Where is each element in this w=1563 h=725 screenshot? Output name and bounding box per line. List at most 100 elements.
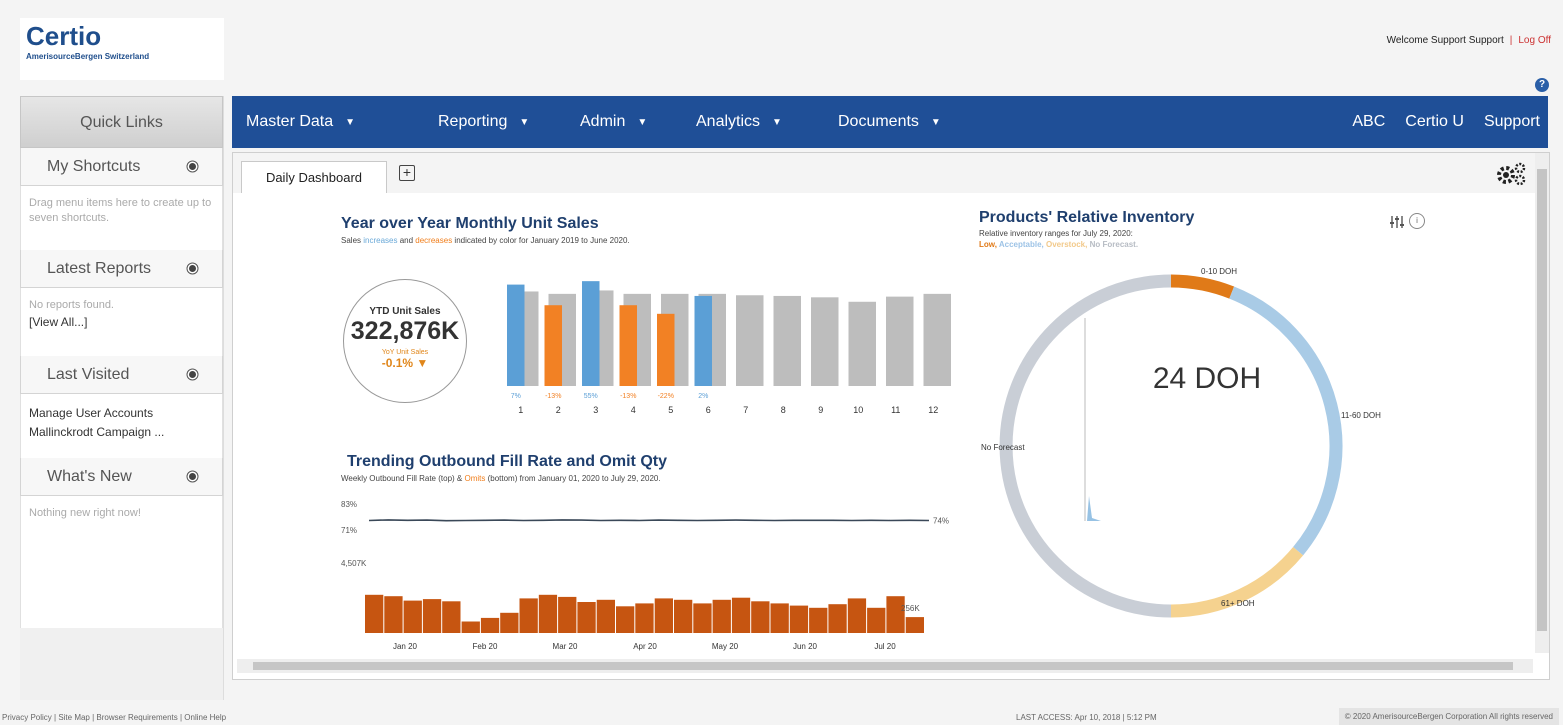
legend-low: Low,	[979, 240, 997, 249]
bar-change-label: -13%	[545, 393, 561, 400]
ytd-kpi-circle: YTD Unit Sales 322,876K YoY Unit Sales -…	[343, 279, 467, 403]
distribution-spike	[1087, 496, 1101, 521]
whats-new-title: What's New	[47, 467, 132, 485]
bar-current-year	[544, 305, 562, 386]
nav-documents[interactable]: Documents ▼	[838, 113, 941, 131]
help-icon[interactable]: ?	[1535, 78, 1549, 92]
month-tick-label: 1	[518, 405, 523, 415]
bar-change-label: 2%	[698, 393, 708, 400]
nav-label: Reporting	[438, 113, 508, 130]
my-shortcuts-header[interactable]: My Shortcuts	[20, 148, 223, 186]
bar-prior-year	[736, 295, 764, 386]
donut-slice	[1170, 274, 1235, 299]
bar-current-year	[582, 281, 600, 386]
omit-bar	[770, 603, 789, 633]
month-tick-label: 2	[556, 405, 561, 415]
omit-bar	[365, 594, 384, 633]
month-tick-label: May 20	[712, 642, 739, 651]
omit-bar	[577, 602, 596, 633]
collapse-icon[interactable]	[189, 265, 196, 272]
omit-bar	[403, 600, 422, 633]
donut-slice	[999, 274, 1172, 618]
nav-analytics[interactable]: Analytics ▼	[696, 113, 782, 131]
last-visited-header[interactable]: Last Visited	[20, 356, 223, 394]
legend-acceptable: Acceptable,	[998, 240, 1044, 249]
brand-title: Certio	[26, 21, 102, 51]
chevron-down-icon: ▼	[772, 116, 782, 128]
bar-change-label: -13%	[620, 393, 636, 400]
last-access: LAST ACCESS: Apr 10, 2018 | 5:12 PM	[1016, 713, 1157, 722]
omit-bar	[480, 617, 500, 633]
bar-prior-year	[848, 301, 876, 386]
my-shortcuts-body: Drag menu items here to create up to sev…	[20, 186, 223, 250]
sub-text: (bottom) from January 01, 2020 to July 2…	[485, 474, 661, 483]
my-shortcuts-title: My Shortcuts	[47, 157, 141, 175]
nav-support[interactable]: Support	[1484, 113, 1540, 131]
omit-bar-chart: 4,507K 256K Jan 20 Feb 20 Mar 20 Apr 20 May 20…	[341, 559, 924, 651]
bar-current-year	[507, 284, 525, 386]
fill-tick-top: 83%	[341, 500, 357, 509]
add-tab-icon[interactable]: +	[399, 165, 415, 181]
omit-bar	[905, 617, 924, 633]
yoy-label: YoY Unit Sales	[381, 349, 429, 356]
last-visited-item[interactable]: Manage User Accounts	[29, 404, 214, 423]
nav-reporting[interactable]: Reporting ▼	[438, 113, 529, 131]
bar-change-label: 7%	[511, 393, 521, 400]
month-tick-label: 7	[743, 405, 748, 415]
month-tick-label: 4	[631, 405, 636, 415]
sidebar: Quick Links My Shortcuts Drag menu items…	[20, 96, 224, 700]
nav-certio-u[interactable]: Certio U	[1405, 113, 1464, 131]
omit-end-label: 256K	[901, 604, 920, 613]
omit-bar	[712, 599, 731, 633]
whats-new-header[interactable]: What's New	[20, 458, 223, 496]
nav-admin[interactable]: Admin ▼	[580, 113, 647, 131]
view-all-link[interactable]: [View All...]	[29, 313, 214, 332]
fill-chart-title: Trending Outbound Fill Rate and Omit Qty	[347, 453, 667, 470]
certio-logo[interactable]: Certio AmerisourceBergen Switzerland	[20, 18, 224, 80]
filter-sliders-icon[interactable]	[1389, 215, 1405, 229]
logoff-link[interactable]: Log Off	[1518, 35, 1551, 46]
yoy-value: -0.1% ▼	[381, 356, 429, 370]
tab-daily-dashboard[interactable]: Daily Dashboard	[241, 161, 387, 193]
month-tick-label: 3	[593, 405, 598, 415]
sub-decreases: decreases	[415, 236, 453, 245]
gears-icon[interactable]	[1495, 161, 1529, 187]
horizontal-scrollbar[interactable]	[237, 659, 1533, 673]
sub-increases: increases	[363, 236, 398, 245]
nav-master-data[interactable]: Master Data ▼	[246, 113, 355, 131]
bar-current-year	[694, 295, 712, 386]
collapse-icon[interactable]	[189, 473, 196, 480]
collapse-icon[interactable]	[189, 163, 196, 170]
collapse-icon[interactable]	[189, 371, 196, 378]
info-icon[interactable]: i	[1409, 213, 1425, 229]
center-doh-label: 24 DOH	[1153, 362, 1261, 395]
scroll-thumb[interactable]	[1537, 169, 1547, 631]
omit-bar	[500, 612, 519, 633]
fill-chart-subtitle: Weekly Outbound Fill Rate (top) & Omits …	[341, 474, 661, 483]
quick-links-header: Quick Links	[20, 96, 223, 148]
donut-slice-label: No Forecast	[981, 443, 1025, 452]
tab-bar: Daily Dashboard +	[233, 153, 1549, 193]
month-tick-label: Mar 20	[553, 642, 578, 651]
welcome-text: Welcome Support Support	[1386, 35, 1504, 46]
last-visited-item[interactable]: Mallinckrodt Campaign ...	[29, 423, 214, 442]
omit-bar	[538, 594, 558, 633]
latest-reports-body: No reports found. [View All...]	[20, 288, 223, 356]
welcome-area: Welcome Support Support | Log Off	[1387, 35, 1551, 46]
footer-links[interactable]: Privacy Policy | Site Map | Browser Requ…	[2, 713, 226, 722]
sub-text: indicated by color for January 2019 to J…	[452, 236, 630, 245]
month-tick-label: Jan 20	[393, 642, 418, 651]
omit-bar	[731, 597, 751, 633]
legend-no-forecast: No Forecast.	[1089, 240, 1139, 249]
latest-reports-header[interactable]: Latest Reports	[20, 250, 223, 288]
nav-abc[interactable]: ABC	[1352, 113, 1385, 131]
chevron-down-icon: ▼	[930, 116, 941, 128]
omit-bar	[886, 596, 905, 633]
bar-change-label: 55%	[584, 393, 598, 400]
scroll-thumb[interactable]	[253, 662, 1513, 670]
vertical-scrollbar[interactable]	[1535, 153, 1549, 653]
last-visited-title: Last Visited	[47, 365, 130, 383]
omit-bar	[422, 599, 442, 633]
last-visited-body: Manage User Accounts Mallinckrodt Campai…	[20, 394, 223, 458]
nav-right-links: ABC Certio U Support	[1352, 96, 1540, 148]
